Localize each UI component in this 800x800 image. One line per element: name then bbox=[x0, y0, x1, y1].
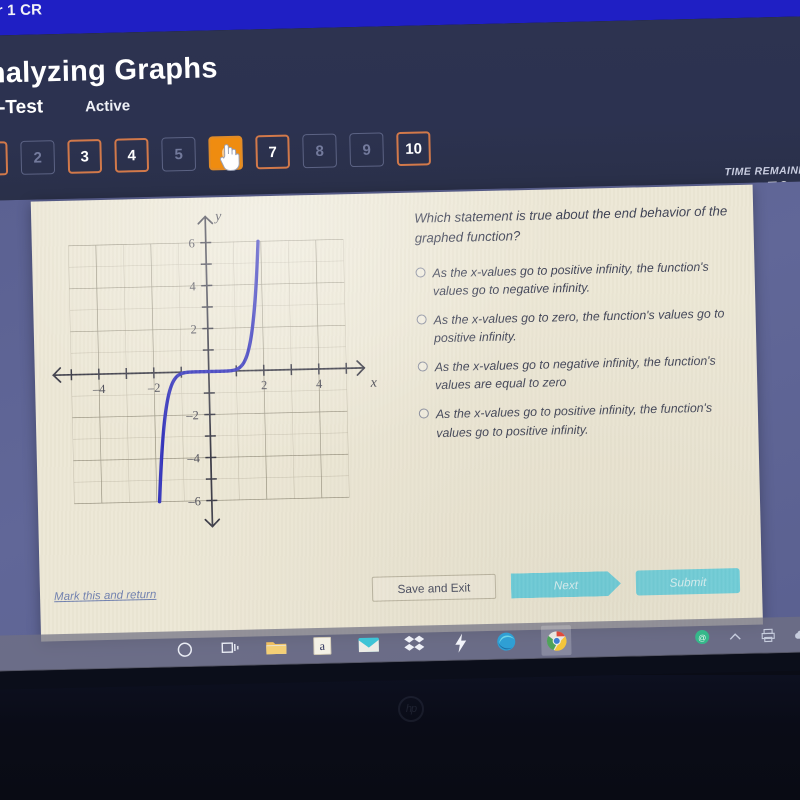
chevron-up-icon[interactable] bbox=[726, 628, 743, 645]
hp-logo-icon: hp bbox=[398, 696, 424, 722]
answer-choice-label: As the x-values go to zero, the function… bbox=[433, 306, 725, 346]
x-tick-label: 2 bbox=[261, 378, 268, 392]
x-tick-label: –2 bbox=[147, 381, 161, 395]
action-bar: Save and Exit Next Submit bbox=[371, 568, 741, 602]
svg-text:a: a bbox=[319, 639, 325, 653]
time-remaining-label: TIME REMAINING bbox=[724, 164, 800, 179]
dropbox-icon[interactable] bbox=[403, 633, 426, 656]
answer-choice-a[interactable]: As the x-values go to positive infinity,… bbox=[415, 257, 736, 301]
cloud-icon[interactable] bbox=[792, 626, 800, 643]
answer-choices[interactable]: As the x-values go to positive infinity,… bbox=[415, 257, 739, 442]
question-button-label: 7 bbox=[268, 143, 278, 161]
y-tick-label: 4 bbox=[189, 279, 196, 293]
y-tick-label: 2 bbox=[190, 322, 197, 336]
question-button-9[interactable]: 9 bbox=[349, 132, 385, 168]
subtitle-row: e-Test Active bbox=[0, 94, 130, 119]
question-button-5[interactable]: 5 bbox=[161, 136, 197, 172]
next-button[interactable]: Next bbox=[511, 571, 622, 599]
y-axis-label: y bbox=[213, 209, 222, 224]
laptop-screen: er 1 CR nalyzing Graphs e-Test Active 1 2… bbox=[0, 0, 800, 690]
y-tick-label: –2 bbox=[185, 408, 199, 422]
question-button-label: 8 bbox=[315, 142, 325, 160]
y-tick-label: 6 bbox=[188, 236, 195, 250]
laptop-bezel: hp bbox=[0, 675, 800, 800]
radio-button-c[interactable] bbox=[417, 361, 428, 372]
question-button-label: 4 bbox=[127, 146, 137, 164]
radio-button-d[interactable] bbox=[418, 408, 429, 420]
question-button-label: 6 bbox=[221, 144, 231, 162]
question-button-label: 5 bbox=[174, 145, 184, 163]
chrome-browser-icon[interactable] bbox=[540, 625, 572, 656]
app-header: nalyzing Graphs e-Test Active 1234567891… bbox=[0, 16, 800, 201]
x-tick-label: 4 bbox=[316, 377, 323, 391]
y-tick-label: –6 bbox=[187, 494, 201, 508]
graph-svg: –4 –2 2 4 6 4 2 –2 –4 –6 y x bbox=[52, 209, 378, 528]
question-button-label: 2 bbox=[33, 148, 43, 167]
question-card: –4 –2 2 4 6 4 2 –2 –4 –6 y x Which statement is t… bbox=[30, 184, 763, 642]
question-pager[interactable]: 1 2 3 4 5 6 7 8 9 10 bbox=[0, 131, 432, 177]
green-badge-icon[interactable]: @ bbox=[693, 628, 710, 645]
answer-choice-label: As the x-values go to positive infinity,… bbox=[435, 401, 713, 440]
task-view-icon[interactable] bbox=[219, 637, 242, 660]
answer-choice-label: As the x-values go to positive infinity,… bbox=[432, 259, 709, 299]
mark-this-and-return-link[interactable]: Mark this and return bbox=[54, 589, 157, 603]
radio-button-a[interactable] bbox=[415, 267, 426, 278]
question-button-label: 3 bbox=[80, 147, 90, 165]
question-button-4[interactable]: 4 bbox=[114, 137, 150, 173]
question-button-1[interactable]: 1 bbox=[0, 141, 9, 177]
question-button-6[interactable]: 6 bbox=[208, 135, 244, 171]
function-curve bbox=[157, 239, 260, 504]
radio-button-b[interactable] bbox=[416, 314, 427, 325]
save-and-exit-button[interactable]: Save and Exit bbox=[371, 573, 497, 602]
x-tick-label: –4 bbox=[92, 382, 107, 396]
lightning-icon[interactable] bbox=[449, 631, 472, 654]
question-button-2[interactable]: 2 bbox=[20, 140, 56, 175]
breadcrumb: er 1 CR bbox=[0, 1, 43, 20]
status-badge: Active bbox=[84, 97, 131, 116]
answer-choice-c[interactable]: As the x-values go to negative infinity,… bbox=[417, 351, 739, 395]
printer-icon[interactable] bbox=[759, 627, 776, 644]
submit-button[interactable]: Submit bbox=[635, 568, 741, 596]
edge-browser-icon[interactable] bbox=[495, 630, 518, 653]
question-button-8[interactable]: 8 bbox=[302, 133, 338, 169]
question-button-10[interactable]: 10 bbox=[396, 131, 432, 167]
function-graph: –4 –2 2 4 6 4 2 –2 –4 –6 y x bbox=[37, 195, 401, 543]
question-button-3[interactable]: 3 bbox=[67, 139, 103, 174]
question-button-label: 10 bbox=[405, 139, 423, 158]
question-button-7[interactable]: 7 bbox=[255, 134, 291, 170]
test-type-label: e-Test bbox=[0, 96, 44, 119]
question-panel: Which statement is true about the end be… bbox=[414, 201, 740, 453]
answer-choice-d[interactable]: As the x-values go to positive infinity,… bbox=[418, 399, 740, 443]
y-tick-label: –4 bbox=[186, 451, 201, 465]
system-tray: @ bbox=[693, 626, 800, 646]
mail-icon[interactable] bbox=[357, 634, 380, 657]
file-explorer-icon[interactable] bbox=[265, 636, 288, 659]
amazon-icon[interactable]: a bbox=[311, 635, 334, 658]
photograph-frame: hp er 1 CR nalyzing Graphs e-Test Active… bbox=[0, 0, 800, 800]
question-button-label: 9 bbox=[362, 141, 371, 159]
answer-choice-label: As the x-values go to negative infinity,… bbox=[434, 353, 716, 393]
question-prompt: Which statement is true about the end be… bbox=[414, 203, 728, 246]
cortana-circle-icon[interactable] bbox=[173, 638, 196, 661]
page-title: nalyzing Graphs bbox=[0, 52, 219, 90]
answer-choice-b[interactable]: As the x-values go to zero, the function… bbox=[416, 304, 737, 348]
svg-text:@: @ bbox=[698, 633, 706, 642]
x-axis-label: x bbox=[369, 376, 377, 391]
